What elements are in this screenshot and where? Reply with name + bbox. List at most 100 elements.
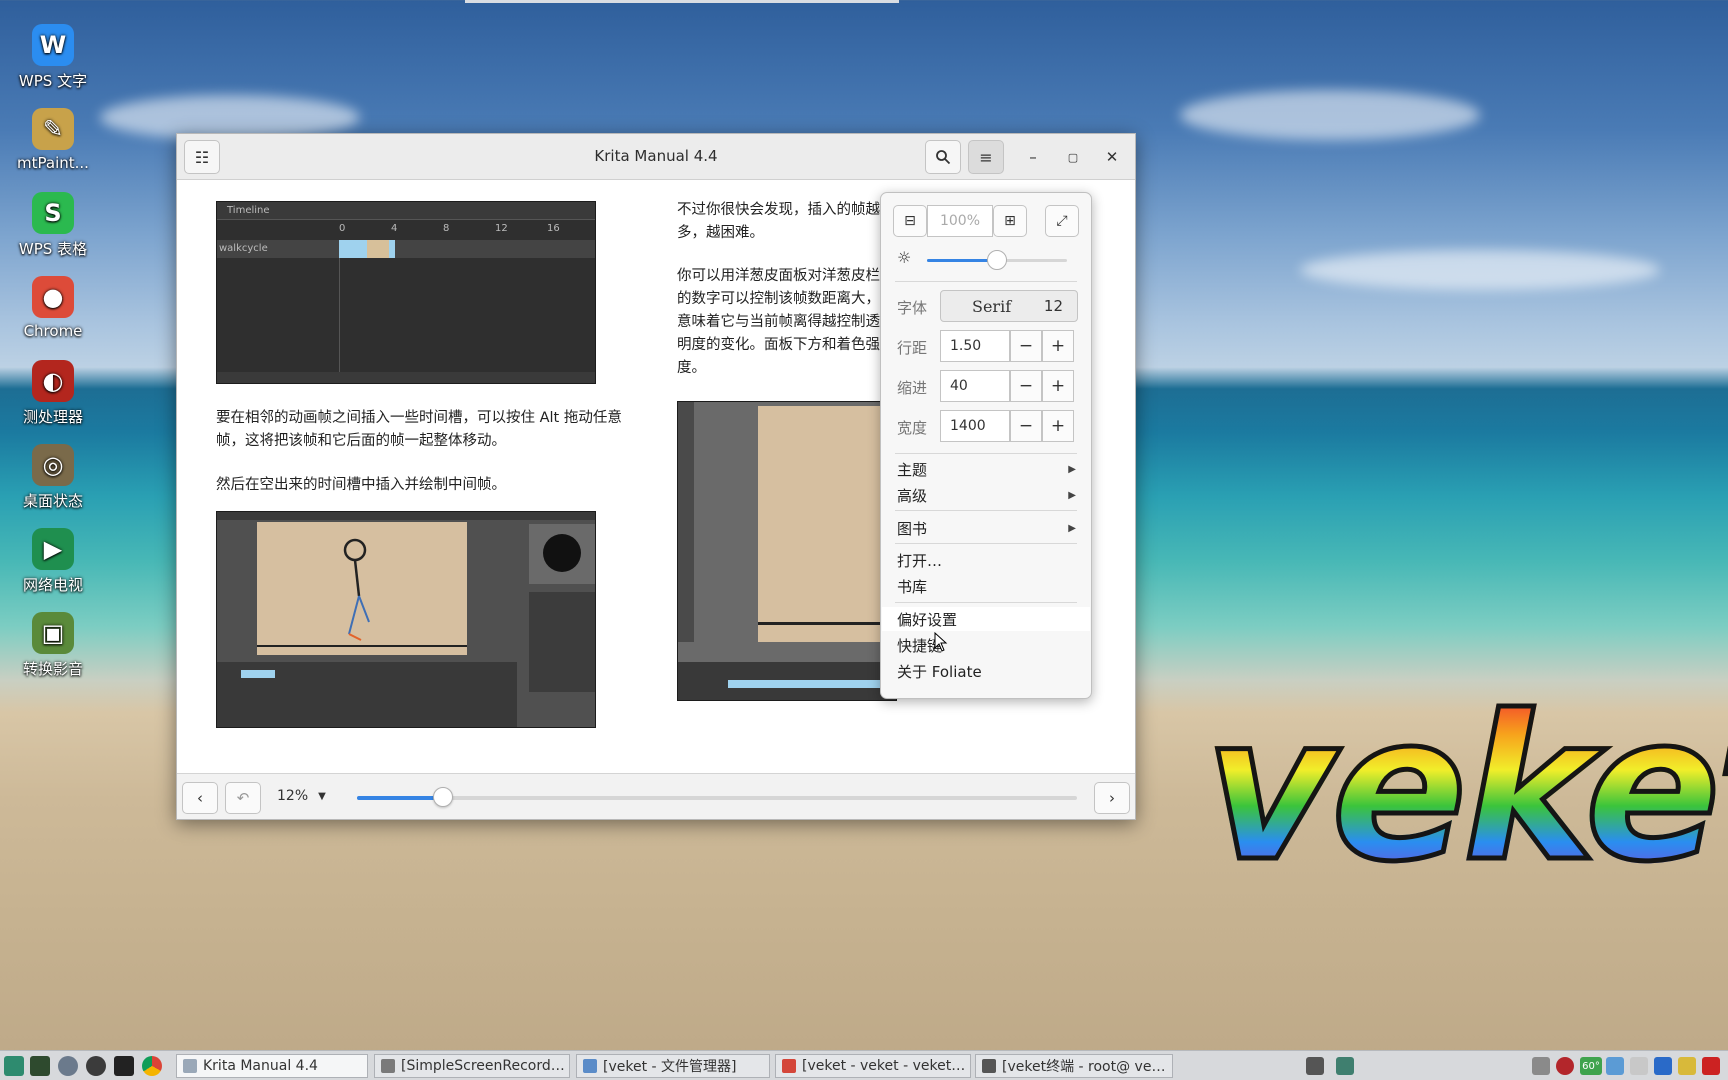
start-menu-icon[interactable]	[4, 1056, 24, 1076]
taskbar: Krita Manual 4.4 [SimpleScreenRecord… [vek…	[0, 1050, 1728, 1080]
desktop-icon[interactable]: ▣ 转换影音	[8, 612, 98, 679]
desktop-status-icon: ◎	[32, 444, 74, 486]
next-page-button[interactable]: ›	[1094, 782, 1130, 814]
cpu-temp-indicator: 60°	[1580, 1057, 1602, 1075]
clipboard-tray-icon[interactable]	[1630, 1057, 1648, 1075]
progress-slider[interactable]	[357, 787, 1077, 807]
menu-item-open[interactable]: 打开…	[882, 548, 1090, 572]
taskbar-task[interactable]: [SimpleScreenRecord…	[374, 1054, 570, 1078]
desktop-icon[interactable]: S WPS 表格	[8, 192, 98, 259]
menu-item-advanced-label: 高级	[897, 486, 928, 505]
terminal-icon[interactable]	[114, 1056, 134, 1076]
previous-page-button[interactable]: ‹	[182, 782, 218, 814]
menu-item-about[interactable]: 关于 Foliate	[882, 659, 1090, 683]
timeline-tick-label: 4	[391, 223, 398, 234]
wallpaper-veket-logo: veket	[1202, 687, 1728, 892]
maximize-button[interactable]: ▢	[1061, 145, 1085, 169]
brightness-knob[interactable]	[987, 250, 1007, 270]
timeline-tick-label: 8	[443, 223, 450, 234]
separator	[895, 543, 1077, 544]
font-chooser-button[interactable]: Serif 12	[940, 290, 1078, 322]
font-size: 12	[1043, 297, 1063, 315]
storage-tray-icon[interactable]	[1678, 1057, 1696, 1075]
minus-icon: −	[1018, 376, 1034, 396]
desktop-icon[interactable]: ▶ 网络电视	[8, 528, 98, 595]
menu-item-advanced[interactable]: 高级 ▶	[882, 483, 1090, 507]
screenshot-tray-icon[interactable]	[1306, 1057, 1324, 1075]
spacing-increase-button[interactable]: +	[1042, 330, 1074, 362]
chrome-icon[interactable]	[142, 1056, 162, 1076]
desktop-icon[interactable]: ● Chrome	[8, 276, 98, 340]
taskbar-task[interactable]: Krita Manual 4.4	[176, 1054, 368, 1078]
record-tray-icon[interactable]	[1556, 1057, 1574, 1075]
minus-square-icon: ⊟	[904, 213, 916, 229]
brightness-slider[interactable]	[927, 250, 1067, 270]
shield-tray-icon[interactable]	[1702, 1057, 1720, 1075]
zoom-in-button[interactable]: ⊞	[993, 205, 1027, 237]
system-monitor-icon[interactable]	[30, 1056, 50, 1076]
width-label: 宽度	[897, 419, 928, 437]
desktop-icon-label: WPS 表格	[18, 240, 88, 258]
sidebar-toggle-button[interactable]: ☷	[184, 140, 220, 174]
desktop-icon-label: 网络电视	[22, 576, 83, 594]
expand-icon: ⤢	[1056, 213, 1068, 229]
indent-decrease-button[interactable]: −	[1010, 370, 1042, 402]
desktop-icon[interactable]: ✎ mtPaint...	[8, 108, 98, 172]
spacing-decrease-button[interactable]: −	[1010, 330, 1042, 362]
desktop-icon-label: 转换影音	[22, 660, 83, 678]
desktop-icon[interactable]: ◐ 测处理器	[8, 360, 98, 427]
back-button[interactable]: ↶	[225, 782, 261, 814]
spacing-label: 行距	[897, 339, 928, 357]
wallpaper-cloud	[1300, 250, 1660, 290]
window-titlebar[interactable]: ☷ Krita Manual 4.4 ≡ – ▢ ✕	[177, 134, 1135, 180]
minimize-button[interactable]: –	[1021, 145, 1045, 169]
paragraph-draw-inbetween: 然后在空出来的时间槽中插入并绘制中间帧。	[216, 477, 506, 493]
search-button[interactable]	[925, 140, 961, 174]
desktop-icon[interactable]: W WPS 文字	[8, 24, 98, 91]
display-tray-icon[interactable]	[1336, 1057, 1354, 1075]
media-player-icon[interactable]	[86, 1056, 106, 1076]
paragraph-insert-frames: 要在相邻的动画帧之间插入一些时间槽，可以按住 Alt 拖动任意帧，这将把该帧和它…	[216, 410, 622, 449]
width-decrease-button[interactable]: −	[1010, 410, 1042, 442]
width-increase-button[interactable]: +	[1042, 410, 1074, 442]
taskbar-task[interactable]: [veket - veket - veket…	[775, 1054, 971, 1078]
menu-item-book-label: 图书	[897, 519, 928, 538]
progress-percent: 12%	[277, 788, 309, 804]
taskbar-task[interactable]: [veket - 文件管理器]	[576, 1054, 770, 1078]
chevron-left-icon: ‹	[197, 789, 203, 807]
desktop-icon[interactable]: ◎ 桌面状态	[8, 444, 98, 511]
menu-item-preferences[interactable]: 偏好设置	[882, 607, 1090, 631]
menu-item-theme[interactable]: 主题 ▶	[882, 457, 1090, 481]
processor-test-icon: ◐	[32, 360, 74, 402]
wps-spreadsheet-icon: S	[32, 192, 74, 234]
indent-increase-button[interactable]: +	[1042, 370, 1074, 402]
top-edge-strip	[465, 0, 899, 3]
menu-item-book[interactable]: 图书 ▶	[882, 516, 1090, 540]
plus-icon: +	[1050, 376, 1066, 396]
main-menu-button[interactable]: ≡	[968, 140, 1004, 174]
menu-item-shortcuts[interactable]: 快捷键	[882, 633, 1090, 657]
task-app-icon	[782, 1059, 796, 1073]
zoom-percent-dropdown[interactable]: 12% ▼	[277, 788, 326, 804]
keyboard-tray-icon[interactable]	[1532, 1057, 1550, 1075]
spacing-input[interactable]: 1.50	[940, 330, 1010, 362]
network-tray-icon[interactable]	[1606, 1057, 1624, 1075]
indent-input[interactable]: 40	[940, 370, 1010, 402]
fullscreen-button[interactable]: ⤢	[1045, 205, 1079, 237]
minus-icon: −	[1018, 336, 1034, 356]
menu-item-library[interactable]: 书库	[882, 574, 1090, 598]
plus-icon: +	[1050, 416, 1066, 436]
settings-icon[interactable]	[58, 1056, 78, 1076]
width-input[interactable]: 1400	[940, 410, 1010, 442]
volume-tray-icon[interactable]	[1654, 1057, 1672, 1075]
submenu-arrow-icon: ▶	[1068, 522, 1076, 534]
stick-figure-drawing	[257, 538, 467, 647]
close-button[interactable]: ✕	[1100, 145, 1124, 169]
taskbar-task[interactable]: [veket终端 - root@ ve…	[975, 1054, 1173, 1078]
zoom-out-button[interactable]: ⊟	[893, 205, 927, 237]
taskbar-task-label: [veket终端 - root@ ve…	[1002, 1059, 1166, 1075]
brightness-icon: ☼	[897, 248, 912, 267]
progress-knob[interactable]	[433, 787, 454, 807]
submenu-arrow-icon: ▶	[1068, 463, 1076, 475]
task-app-icon	[583, 1059, 597, 1073]
